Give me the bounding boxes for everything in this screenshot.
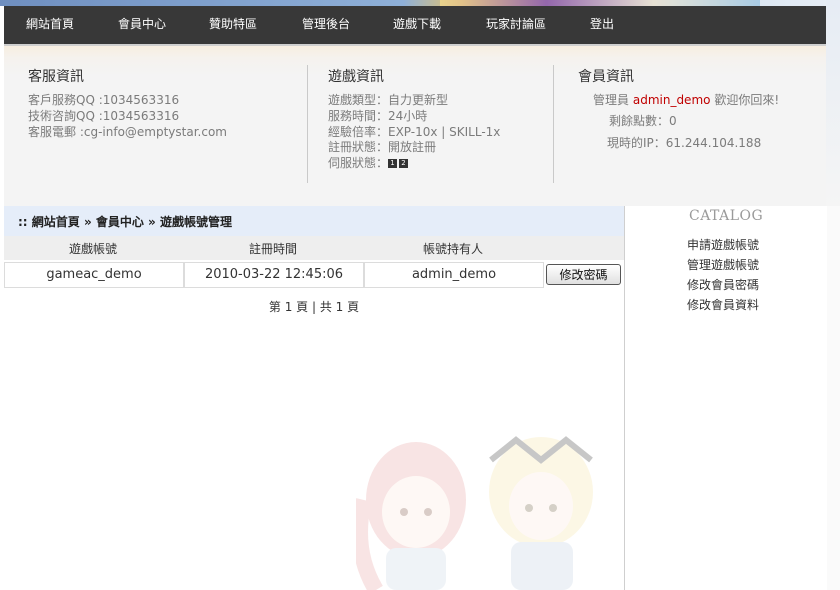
sidebar-link-apply-account[interactable]: 申請遊戲帳號 [687, 236, 759, 253]
table-header: 遊戲帳號 註冊時間 帳號持有人 [4, 236, 624, 260]
member-ip: 現時的IP：61.244.104.188 [607, 136, 762, 150]
server-2-icon: 2 [399, 159, 409, 168]
server-status: 伺服狀態： 1 2 [328, 154, 410, 171]
game-info-title: 遊戲資訊 [328, 69, 384, 85]
nav-sponsor[interactable]: 贊助特區 [209, 6, 257, 45]
service-email: 客服電郵 :cg-info@emptystar.com [28, 125, 227, 139]
cell-registered: 2010-03-22 12:45:06 [184, 262, 364, 288]
page: 網站首頁 會員中心 贊助特區 管理後台 遊戲下載 玩家討論區 登出 客服資訊 客… [0, 0, 840, 590]
info-panel: 客服資訊 客戶服務QQ :1034563316 技術咨詢QQ :10345633… [4, 46, 826, 206]
member-role: 管理員 [593, 93, 630, 107]
service-info-title: 客服資訊 [28, 69, 84, 85]
service-hours: 服務時間：24小時 [328, 109, 428, 123]
info-divider-1 [307, 65, 308, 183]
nav-forum[interactable]: 玩家討論區 [486, 6, 546, 45]
pager: 第 1 頁 | 共 1 頁 [268, 300, 360, 314]
sidebar-link-edit-profile[interactable]: 修改會員資料 [687, 296, 759, 313]
member-welcome: 管理員 admin_demo 歡迎你回來! [593, 91, 779, 108]
nav-logout[interactable]: 登出 [590, 6, 614, 45]
nav-admin[interactable]: 管理後台 [302, 6, 350, 45]
service-qq: 客戶服務QQ :1034563316 [28, 93, 180, 107]
info-divider-2 [553, 65, 554, 183]
nav-home[interactable]: 網站首頁 [26, 6, 74, 45]
right-edge-top [826, 0, 840, 206]
game-type: 遊戲類型：自力更新型 [328, 93, 449, 107]
sidebar-title: CATALOG [689, 208, 764, 224]
member-info-title: 會員資訊 [578, 69, 634, 85]
nav-member-center[interactable]: 會員中心 [118, 6, 166, 45]
breadcrumb-text: :: 網站首頁 » 會員中心 » 遊戲帳號管理 [18, 215, 232, 229]
tech-qq: 技術咨詢QQ :1034563316 [28, 109, 180, 123]
member-username: admin_demo [632, 93, 711, 107]
sidebar-link-change-password[interactable]: 修改會員密碼 [687, 276, 759, 293]
member-points: 剩餘點數：0 [609, 114, 677, 128]
header-register-time: 註冊時間 [249, 242, 298, 256]
header-game-account: 遊戲帳號 [69, 242, 118, 256]
table-row: gameac_demo 2010-03-22 12:45:06 admin_de… [4, 262, 624, 288]
change-password-button[interactable]: 修改密碼 [546, 264, 621, 285]
nav-download[interactable]: 遊戲下載 [393, 6, 441, 45]
server-status-label: 伺服狀態： [328, 156, 389, 170]
cell-owner: admin_demo [364, 262, 544, 288]
header-owner: 帳號持有人 [423, 242, 484, 256]
register-status: 註冊狀態：開放註冊 [328, 140, 437, 154]
welcome-text: 歡迎你回來! [714, 93, 780, 107]
cell-account: gameac_demo [4, 262, 184, 288]
right-edge [826, 206, 840, 590]
sidebar: CATALOG 申請遊戲帳號 管理遊戲帳號 修改會員密碼 修改會員資料 [624, 206, 827, 590]
top-navigation-bar: 網站首頁 會員中心 贊助特區 管理後台 遊戲下載 玩家討論區 登出 [4, 6, 826, 45]
server-1-icon: 1 [388, 159, 398, 168]
background-characters-illustration [356, 436, 593, 590]
sidebar-link-manage-account[interactable]: 管理遊戲帳號 [687, 256, 759, 273]
breadcrumb: :: 網站首頁 » 會員中心 » 遊戲帳號管理 [4, 206, 624, 236]
